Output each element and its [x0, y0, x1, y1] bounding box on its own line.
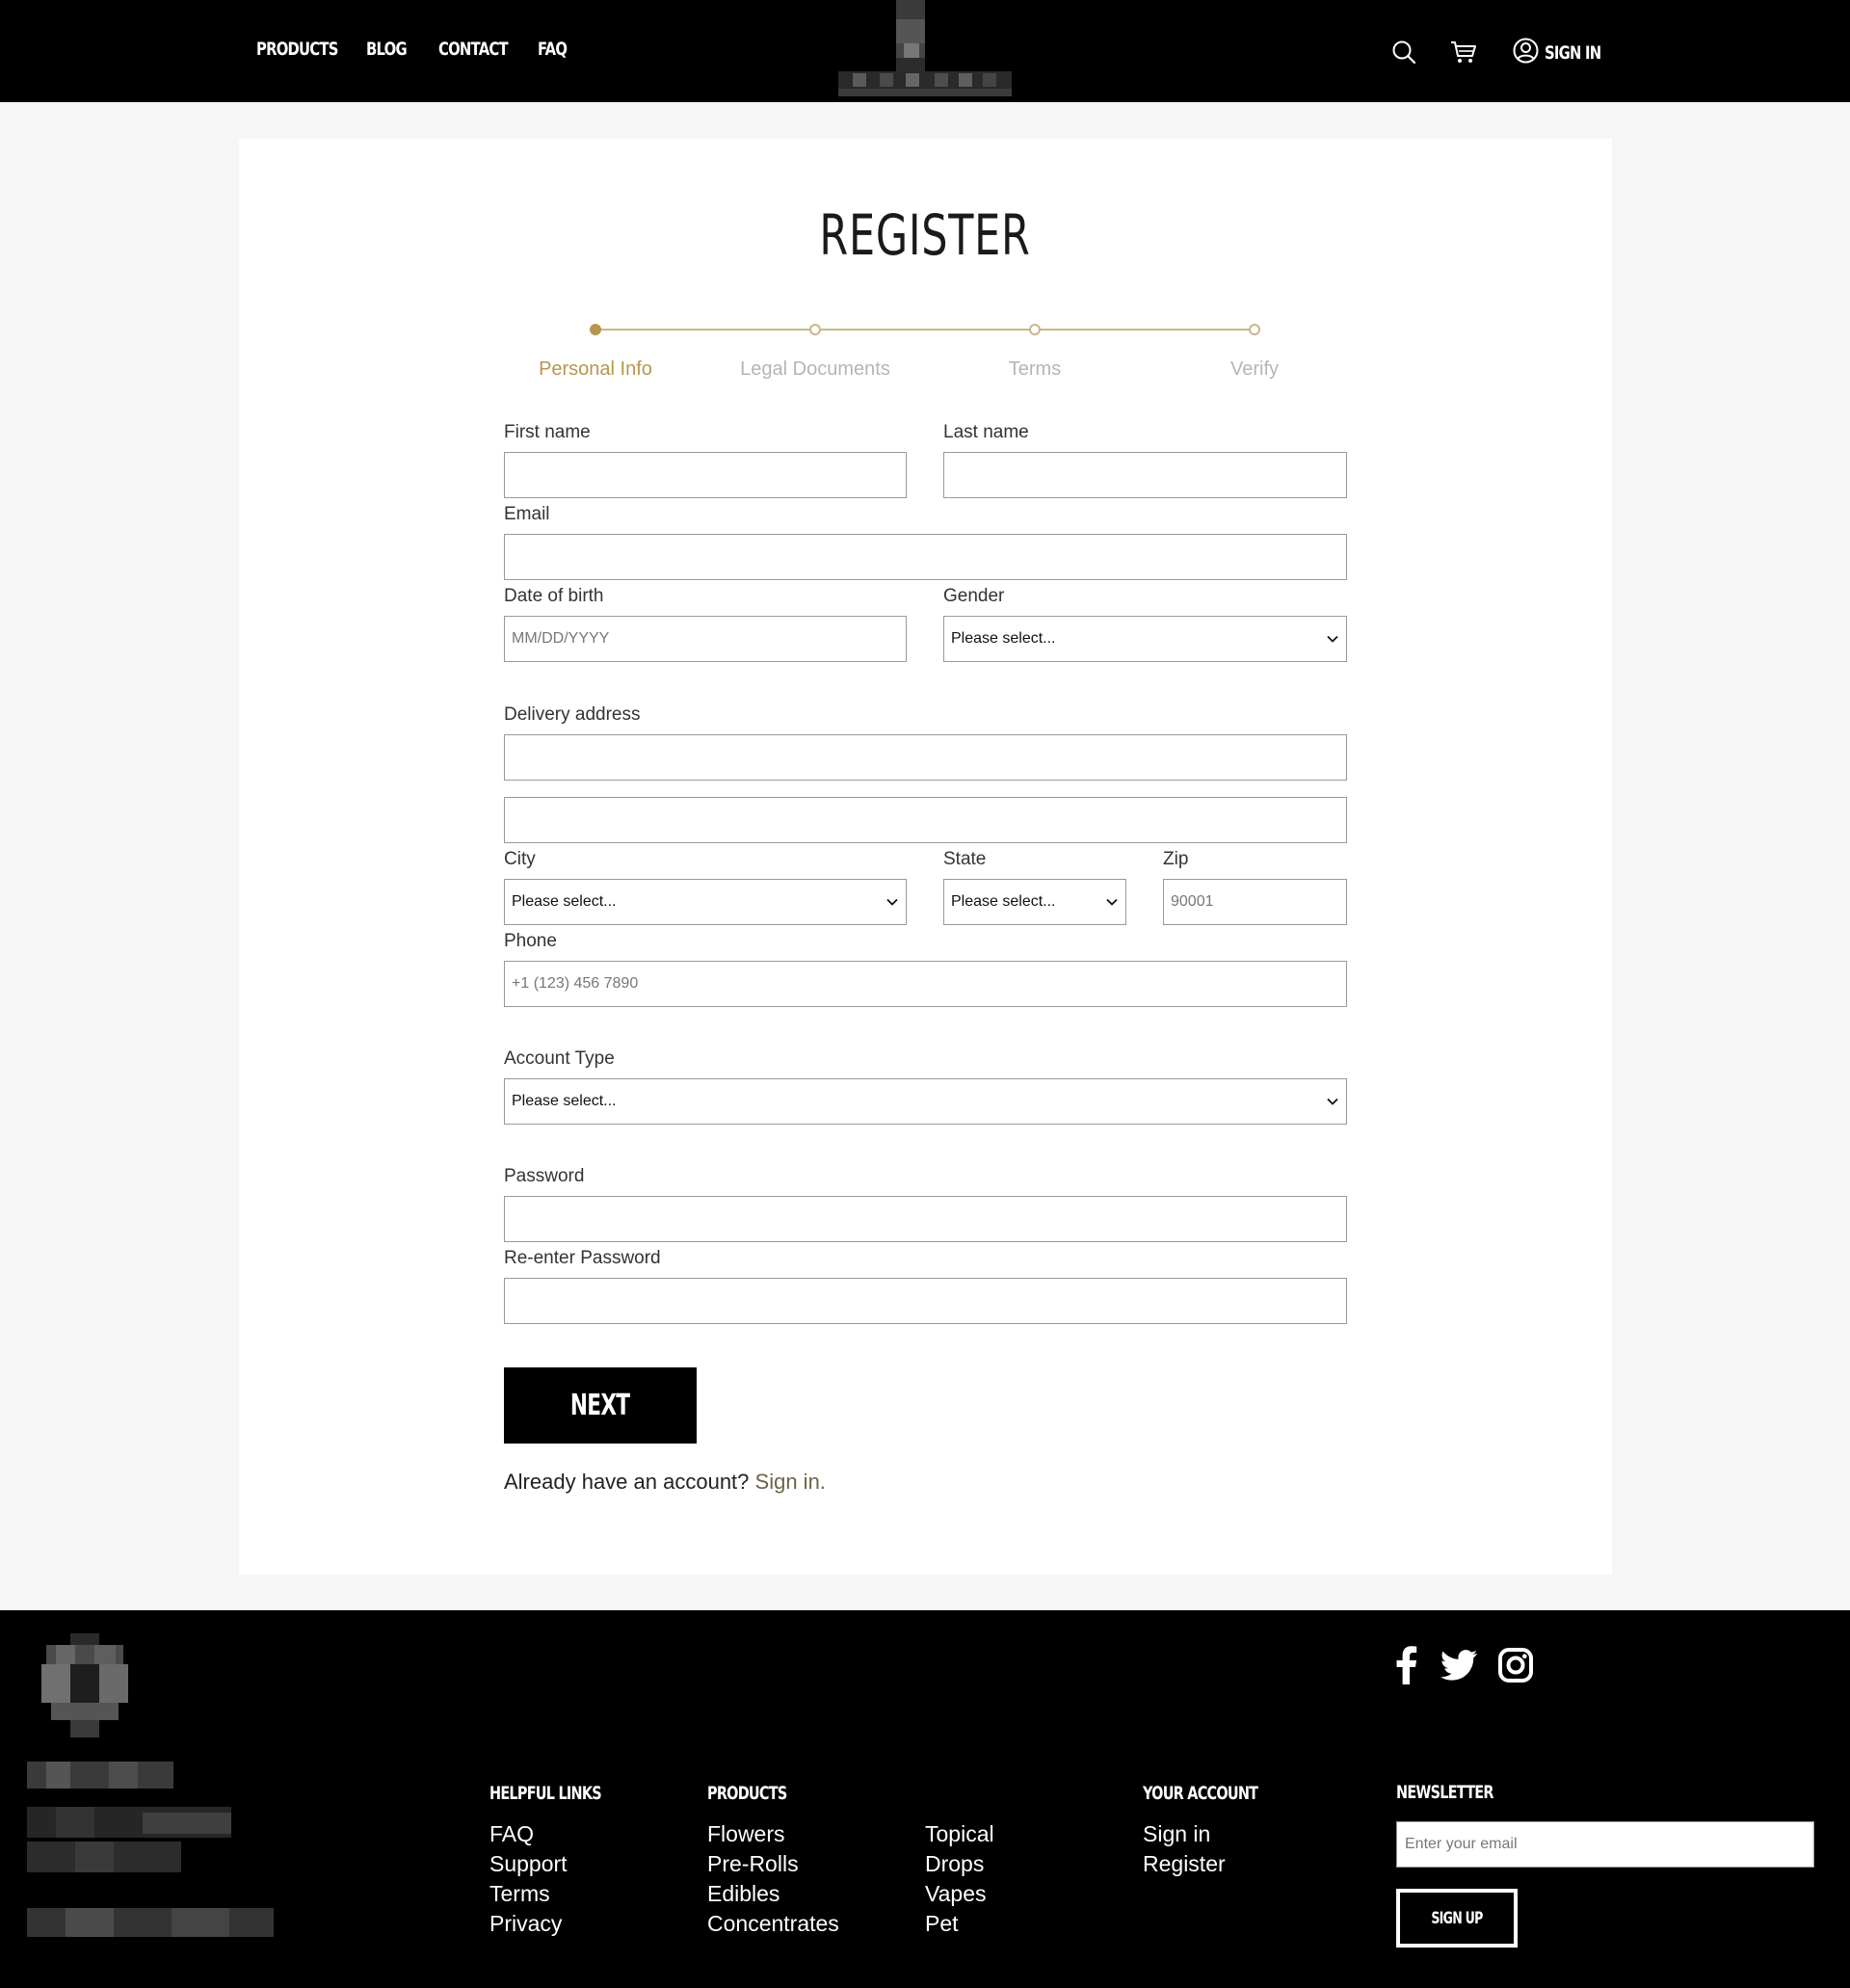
- sign-in-label: SIGN IN: [1545, 42, 1601, 64]
- last-name-input[interactable]: [943, 452, 1347, 498]
- email-input[interactable]: [504, 534, 1347, 580]
- newsletter-button-label: SIGN UP: [1431, 1908, 1483, 1928]
- chevron-down-icon: [886, 898, 898, 906]
- footer-link-terms[interactable]: Terms: [489, 1881, 550, 1907]
- phone-label: Phone: [504, 931, 557, 951]
- next-button[interactable]: NEXT: [504, 1367, 697, 1444]
- state-select[interactable]: Please select...: [943, 879, 1126, 925]
- gender-select[interactable]: Please select...: [943, 616, 1347, 662]
- password-label: Password: [504, 1166, 585, 1186]
- footer-link-flowers[interactable]: Flowers: [707, 1821, 785, 1847]
- step-dot-terms: [1029, 324, 1041, 335]
- account-type-value: Please select...: [512, 1093, 617, 1109]
- nav-faq[interactable]: FAQ: [538, 39, 568, 60]
- footer-link-drops[interactable]: Drops: [925, 1851, 984, 1877]
- step-label-terms[interactable]: Terms: [929, 358, 1141, 381]
- footer-newsletter-heading: NEWSLETTER: [1396, 1782, 1494, 1803]
- footer-link-privacy[interactable]: Privacy: [489, 1911, 562, 1937]
- address-line1-input[interactable]: [504, 734, 1347, 781]
- city-select[interactable]: Please select...: [504, 879, 907, 925]
- chevron-down-icon: [1106, 898, 1118, 906]
- state-value: Please select...: [951, 893, 1056, 910]
- footer-helpful-links-heading: HELPFUL LINKS: [489, 1783, 602, 1804]
- dob-placeholder: MM/DD/YYYY: [512, 630, 610, 647]
- footer-link-topical[interactable]: Topical: [925, 1821, 994, 1847]
- search-icon[interactable]: [1391, 40, 1416, 69]
- newsletter-placeholder: Enter your email: [1405, 1836, 1518, 1852]
- footer-link-pet[interactable]: Pet: [925, 1911, 959, 1937]
- top-header: PRODUCTS BLOG CONTACT FAQ SIGN IN: [0, 0, 1850, 102]
- newsletter-email-input[interactable]: Enter your email: [1396, 1821, 1814, 1868]
- step-dot-personal-info: [590, 324, 601, 335]
- footer-link-pre-rolls[interactable]: Pre-Rolls: [707, 1851, 799, 1877]
- gender-value: Please select...: [951, 630, 1056, 647]
- next-button-label: NEXT: [570, 1389, 630, 1422]
- already-have-account: Already have an account? Sign in.: [504, 1470, 826, 1495]
- footer-link-support[interactable]: Support: [489, 1851, 568, 1877]
- already-text: Already have an account?: [504, 1470, 750, 1494]
- account-type-select[interactable]: Please select...: [504, 1078, 1347, 1125]
- account-type-label: Account Type: [504, 1048, 615, 1069]
- city-label: City: [504, 849, 536, 869]
- footer-link-edibles[interactable]: Edibles: [707, 1881, 780, 1907]
- reenter-password-label: Re-enter Password: [504, 1248, 661, 1268]
- reenter-password-input[interactable]: [504, 1278, 1347, 1324]
- footer-link-vapes[interactable]: Vapes: [925, 1881, 987, 1907]
- gender-label: Gender: [943, 586, 1005, 606]
- delivery-address-label: Delivery address: [504, 704, 641, 725]
- nav-products[interactable]: PRODUCTS: [256, 39, 338, 60]
- dob-label: Date of birth: [504, 586, 604, 606]
- twitter-icon[interactable]: [1440, 1650, 1477, 1685]
- footer-link-sign-in[interactable]: Sign in: [1143, 1821, 1210, 1847]
- sign-in-link-inline[interactable]: Sign in.: [755, 1470, 826, 1494]
- chevron-down-icon: [1327, 635, 1338, 643]
- city-value: Please select...: [512, 893, 617, 910]
- zip-input[interactable]: 90001: [1163, 879, 1347, 925]
- zip-label: Zip: [1163, 849, 1189, 869]
- step-dot-legal-documents: [809, 324, 821, 335]
- address-line2-input[interactable]: [504, 797, 1347, 843]
- first-name-label: First name: [504, 422, 591, 442]
- newsletter-sign-up-button[interactable]: SIGN UP: [1396, 1889, 1518, 1948]
- step-label-verify[interactable]: Verify: [1149, 358, 1361, 381]
- facebook-icon[interactable]: [1396, 1646, 1417, 1689]
- instagram-icon[interactable]: [1498, 1648, 1533, 1687]
- email-label: Email: [504, 504, 550, 524]
- footer-link-register[interactable]: Register: [1143, 1851, 1226, 1877]
- footer-logo[interactable]: [27, 1633, 278, 1942]
- dob-input[interactable]: MM/DD/YYYY: [504, 616, 907, 662]
- nav-blog[interactable]: BLOG: [366, 39, 408, 60]
- register-card: [239, 139, 1612, 1575]
- footer-products-heading: PRODUCTS: [707, 1783, 787, 1804]
- zip-placeholder: 90001: [1171, 893, 1214, 910]
- footer-link-faq[interactable]: FAQ: [489, 1821, 534, 1847]
- first-name-input[interactable]: [504, 452, 907, 498]
- footer-link-concentrates[interactable]: Concentrates: [707, 1911, 839, 1937]
- site-logo[interactable]: [838, 0, 1012, 100]
- cart-icon[interactable]: [1450, 40, 1477, 69]
- stepper-line: [595, 329, 1255, 331]
- phone-placeholder: +1 (123) 456 7890: [512, 975, 639, 992]
- password-input[interactable]: [504, 1196, 1347, 1242]
- user-icon: [1513, 38, 1539, 68]
- chevron-down-icon: [1327, 1098, 1338, 1105]
- last-name-label: Last name: [943, 422, 1029, 442]
- nav-contact[interactable]: CONTACT: [438, 39, 509, 60]
- step-dot-verify: [1249, 324, 1260, 335]
- page-title: REGISTER: [819, 202, 1031, 268]
- sign-in-link[interactable]: SIGN IN: [1513, 38, 1617, 68]
- footer-your-account-heading: YOUR ACCOUNT: [1143, 1783, 1258, 1804]
- step-label-legal-documents[interactable]: Legal Documents: [709, 358, 921, 381]
- state-label: State: [943, 849, 987, 869]
- step-label-personal-info[interactable]: Personal Info: [489, 358, 701, 381]
- phone-input[interactable]: +1 (123) 456 7890: [504, 961, 1347, 1007]
